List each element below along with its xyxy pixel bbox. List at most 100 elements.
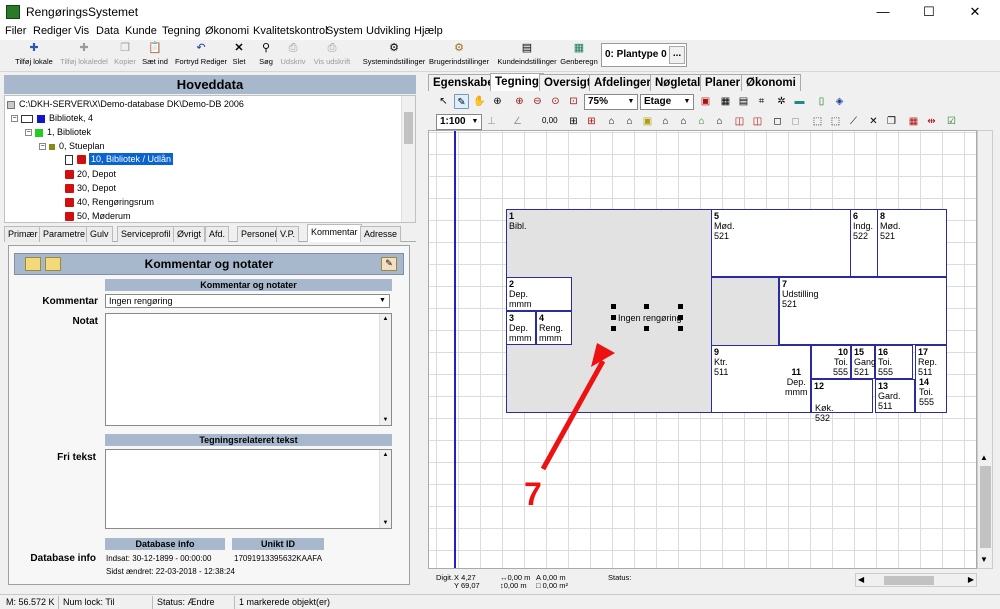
notat-textarea[interactable]: ▲ ▼ (105, 313, 392, 426)
fritekst-textarea[interactable]: ▲ ▼ (105, 449, 392, 529)
kommentar-select[interactable]: Ingen rengøring ▼ (105, 294, 390, 308)
tree-node-floor[interactable]: −0, Stueplan (39, 141, 105, 151)
node-icon[interactable]: ⊞ (566, 114, 581, 129)
drawing-canvas[interactable]: 1 Bibl. 5 Mød. 521 6 Indg. 522 8 Mød. 521 2 Dep.… (428, 130, 977, 569)
zoom-fit-icon[interactable]: ⊙ (548, 94, 563, 109)
recalculate-button[interactable]: ▦ Genberegn (560, 42, 598, 70)
maximize-button[interactable]: ☐ (906, 2, 952, 22)
etage-select[interactable]: Etage ▼ (640, 94, 694, 110)
canvas-horizontal-scrollbar[interactable]: ◀ ▶ (855, 573, 977, 587)
tab-adresse[interactable]: Adresse (360, 226, 402, 242)
tree-node-room-10[interactable]: 10, Bibliotek / Udlån (65, 153, 174, 165)
mark-icon[interactable]: ◫ (750, 114, 765, 129)
tree-node-database[interactable]: C:\DKH-SERVER\X\Demo-database DK\Demo-DB… (7, 99, 244, 109)
compare-icon[interactable]: ⇹ (924, 114, 939, 129)
copy-drawing-icon[interactable]: ❐ (884, 114, 899, 129)
area-icon[interactable]: ⌂ (658, 114, 673, 129)
menu-okonomi[interactable]: Økonomi (205, 25, 249, 37)
delete-button[interactable]: ✕ Slet (231, 42, 247, 70)
add-room-button[interactable]: ✚ Tilføj lokale (10, 42, 58, 70)
menu-system[interactable]: System (326, 25, 363, 37)
table-icon[interactable]: ▤ (736, 94, 751, 109)
zoom-in-icon[interactable]: ⊕ (512, 94, 527, 109)
tree-node-room-50[interactable]: 50, Møderum (65, 211, 131, 222)
tab-planer[interactable]: Planer (700, 74, 746, 91)
zoom-select[interactable]: 75% ▼ (584, 94, 638, 110)
layer-icon[interactable]: ▣ (698, 94, 713, 109)
settings-gear-icon[interactable]: ✲ (774, 94, 789, 109)
tab-okonomi[interactable]: Økonomi (741, 74, 801, 91)
tab-primaer[interactable]: Primær (4, 226, 42, 242)
print-button[interactable]: ⎙ Udskriv (278, 42, 308, 70)
collapse-icon[interactable]: − (11, 115, 18, 123)
cut-icon[interactable]: ✕ (866, 114, 881, 129)
tab-serviceprofil[interactable]: Serviceprofil (117, 226, 175, 242)
angle-icon[interactable]: ∠ (510, 114, 525, 129)
snap-icon[interactable]: ⌗ (754, 94, 769, 109)
notat-scrollbar[interactable]: ▲ ▼ (379, 314, 391, 425)
zoom-extent-icon[interactable]: ⊡ (566, 94, 581, 109)
gray-square-icon[interactable]: ◻ (788, 114, 803, 129)
tab-gulv[interactable]: Gulv (86, 226, 113, 242)
customer-settings-button[interactable]: ▤ Kundeindstillinger (497, 42, 557, 70)
square-icon[interactable]: ◻ (770, 114, 785, 129)
scroll-right-icon[interactable]: ▶ (968, 575, 974, 584)
symbol-icon[interactable]: ⌂ (712, 114, 727, 129)
menu-udvikling[interactable]: Udvikling (366, 25, 411, 37)
plantype-more-button[interactable]: ... (669, 46, 685, 64)
menu-rediger[interactable]: Rediger (33, 25, 72, 37)
scroll-thumb[interactable] (884, 576, 934, 585)
scroll-left-icon[interactable]: ◀ (858, 575, 864, 584)
menu-vis[interactable]: Vis (74, 25, 89, 37)
plantype-selector[interactable]: 0: Plantype 0 ... (601, 43, 687, 67)
menu-filer[interactable]: Filer (5, 25, 26, 37)
import-icon[interactable]: ◈ (832, 94, 847, 109)
multi-select-icon[interactable]: ⬚ (828, 114, 843, 129)
door-icon[interactable]: ⌂ (604, 114, 619, 129)
select-region-icon[interactable]: ⬚ (810, 114, 825, 129)
tree-node-room-40[interactable]: 40, Rengøringsrum (65, 197, 154, 208)
stamp-icon[interactable]: ◫ (732, 114, 747, 129)
pointer-icon[interactable]: ↖ (436, 94, 451, 109)
tree-scrollbar[interactable] (401, 96, 415, 222)
tab-ovrigt[interactable]: Øvrigt (173, 226, 206, 242)
label-icon[interactable]: ▣ (640, 114, 655, 129)
close-button[interactable]: ✕ (952, 2, 998, 22)
text-icon[interactable]: ⌂ (676, 114, 691, 129)
tree-node-room-30[interactable]: 30, Depot (65, 183, 116, 194)
user-settings-button[interactable]: ⚙ Brugerindstillinger (428, 42, 490, 70)
color-fill-icon[interactable]: ▬ (792, 94, 807, 109)
menu-hjaelp[interactable]: Hjælp (414, 25, 443, 37)
menu-kvalitetskontrol[interactable]: Kvalitetskontrol (253, 25, 328, 37)
book-icon[interactable]: ▯ (814, 94, 829, 109)
tab-afd[interactable]: Afd. (205, 226, 230, 242)
line-icon[interactable]: ⟋ (846, 114, 861, 129)
zoom-window-icon[interactable]: ⊕ (490, 94, 505, 109)
tab-vp[interactable]: V.P. (276, 226, 300, 242)
collapse-icon[interactable]: − (25, 129, 32, 137)
print-preview-button[interactable]: ⎙ Vis udskrift (311, 42, 353, 70)
grid-icon[interactable]: ▦ (718, 94, 733, 109)
edit-pencil-icon[interactable]: ✎ (381, 257, 397, 271)
tab-noegletal[interactable]: Nøgletal (650, 74, 706, 91)
checklist-icon[interactable]: ☑ (944, 114, 959, 129)
window-icon[interactable]: ⌂ (622, 114, 637, 129)
menu-data[interactable]: Data (96, 25, 119, 37)
scroll-up-icon[interactable]: ▲ (980, 453, 988, 462)
menu-tegning[interactable]: Tegning (162, 25, 201, 37)
canvas-vertical-scrollbar[interactable]: ▲ ▼ (977, 130, 993, 569)
tab-afdelinger[interactable]: Afdelinger (589, 74, 656, 91)
dimension-icon[interactable]: ⊥ (484, 114, 499, 129)
redline-icon[interactable]: ▦ (906, 114, 921, 129)
minimize-button[interactable]: — (860, 2, 906, 22)
add-room-part-button[interactable]: ✚ Tilføj lokaledel (58, 42, 110, 70)
copy-button[interactable]: ❐ Kopier (112, 42, 138, 70)
tree-node-room-20[interactable]: 20, Depot (65, 169, 116, 180)
furniture-icon[interactable]: ⌂ (694, 114, 709, 129)
tree-node-customer[interactable]: − Bibliotek, 4 (11, 113, 93, 123)
collapse-icon[interactable]: − (39, 143, 46, 151)
menu-kunde[interactable]: Kunde (125, 25, 157, 37)
draw-tool-icon[interactable]: ✎ (454, 94, 469, 109)
wall-icon[interactable]: ⊞ (584, 114, 599, 129)
search-button[interactable]: ⚲ Søg (257, 42, 275, 70)
